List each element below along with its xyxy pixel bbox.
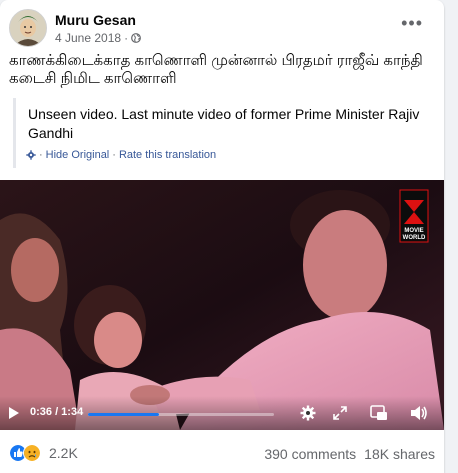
post-meta: 4 June 2018 · — [55, 31, 141, 45]
pip-icon[interactable] — [370, 405, 388, 421]
translated-text: Unseen video. Last minute video of forme… — [28, 106, 420, 141]
rate-translation-link[interactable]: Rate this translation — [119, 149, 216, 161]
post-card: Muru Gesan 4 June 2018 · ••• காணக்கிடைக்… — [0, 0, 444, 473]
post-header: Muru Gesan 4 June 2018 · ••• — [9, 9, 437, 49]
author-name[interactable]: Muru Gesan — [55, 12, 136, 28]
gear-icon — [26, 150, 36, 160]
progress-fill — [88, 413, 160, 416]
fullscreen-icon[interactable] — [333, 406, 347, 420]
video-player[interactable]: MOVIE WORLD — [0, 180, 444, 430]
link-separator: · — [112, 149, 116, 161]
translation-links: · Hide Original · Rate this translation — [26, 149, 216, 161]
reaction-count[interactable]: 2.2K — [49, 445, 78, 461]
reactions-summary[interactable]: 2.2K — [9, 444, 78, 462]
video-controls: 0:36 / 1:34 — [0, 396, 444, 430]
video-frame: MOVIE WORLD — [0, 180, 444, 430]
hide-original-link[interactable]: Hide Original — [46, 149, 110, 161]
settings-icon[interactable] — [300, 405, 316, 421]
post-date[interactable]: 4 June 2018 — [55, 31, 121, 45]
comments-count[interactable]: 390 comments — [264, 446, 356, 462]
link-separator: · — [39, 149, 43, 161]
post-stats: 390 comments 18K shares — [264, 446, 435, 462]
more-options-button[interactable]: ••• — [401, 13, 423, 34]
post-text: காணக்கிடைக்காத காணொளி முன்னால் பிரதமர் ர… — [9, 52, 423, 87]
shares-count[interactable]: 18K shares — [364, 446, 435, 462]
video-time: 0:36 / 1:34 — [30, 406, 84, 418]
globe-icon — [131, 33, 141, 43]
post-footer: 2.2K 390 comments 18K shares — [9, 444, 435, 466]
watermark-bottom: WORLD — [403, 235, 426, 241]
play-icon[interactable] — [8, 406, 20, 420]
translation-block: Unseen video. Last minute video of forme… — [13, 98, 436, 168]
volume-icon[interactable] — [410, 405, 428, 421]
avatar[interactable] — [9, 9, 47, 47]
sad-icon — [23, 444, 41, 462]
meta-separator: · — [124, 31, 129, 45]
watermark-top: MOVIE — [404, 228, 423, 234]
progress-bar[interactable] — [88, 413, 274, 416]
